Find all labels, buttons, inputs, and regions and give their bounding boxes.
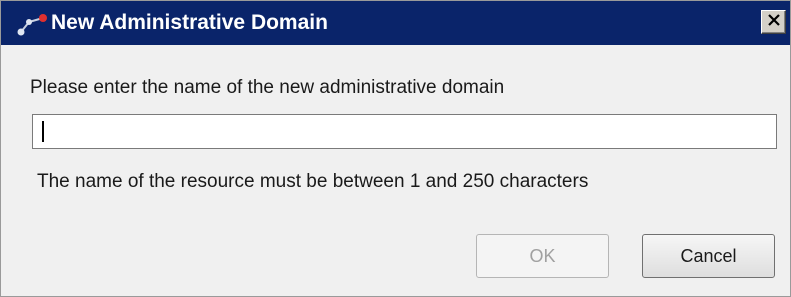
close-button[interactable]: [761, 10, 786, 34]
domain-name-input[interactable]: [32, 114, 777, 149]
close-icon: [767, 13, 780, 31]
validation-hint: The name of the resource must be between…: [37, 171, 589, 192]
ok-button[interactable]: OK: [476, 234, 609, 278]
text-caret: [42, 121, 44, 142]
new-admin-domain-dialog: New Administrative Domain Please enter t…: [0, 0, 791, 297]
title-bar[interactable]: New Administrative Domain: [1, 1, 790, 45]
network-nodes-icon: [15, 11, 49, 37]
dialog-title: New Administrative Domain: [51, 11, 328, 34]
prompt-label: Please enter the name of the new adminis…: [30, 77, 505, 98]
cancel-button[interactable]: Cancel: [642, 234, 775, 278]
